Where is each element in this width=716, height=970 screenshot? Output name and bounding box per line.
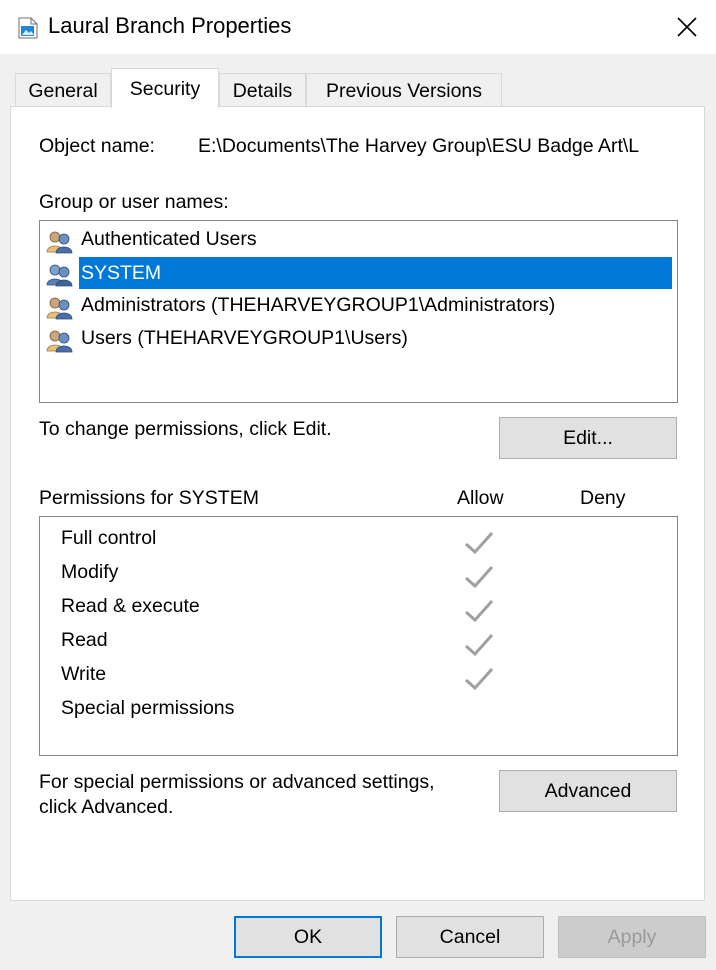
list-item[interactable]: Authenticated Users — [45, 224, 676, 257]
close-icon — [677, 17, 697, 37]
group-names-label: Group or user names: — [39, 191, 229, 213]
permission-name: Modify — [61, 561, 119, 583]
users-icon — [45, 263, 75, 287]
list-item[interactable]: Users (THEHARVEYGROUP1\Users) — [45, 323, 676, 356]
permission-name: Read & execute — [61, 595, 200, 617]
edit-button[interactable]: Edit... — [499, 417, 677, 459]
check-icon — [465, 531, 494, 555]
users-icon — [45, 329, 75, 353]
tab-details[interactable]: Details — [219, 73, 306, 107]
ok-button[interactable]: OK — [234, 916, 382, 958]
users-icon — [45, 296, 75, 320]
check-icon — [465, 667, 494, 691]
list-item-label: Authenticated Users — [81, 228, 257, 250]
permission-row-modify: Modify — [40, 561, 677, 595]
close-button[interactable] — [656, 0, 716, 54]
object-name-value: E:\Documents\The Harvey Group\ESU Badge … — [198, 135, 640, 157]
advanced-text-line2: click Advanced. — [39, 796, 174, 818]
deny-column-header: Deny — [580, 487, 626, 509]
users-icon — [45, 230, 75, 254]
tab-security[interactable]: Security — [111, 68, 219, 108]
permission-row-full-control: Full control — [40, 527, 677, 561]
cancel-button[interactable]: Cancel — [396, 916, 544, 958]
list-item-label: Users (THEHARVEYGROUP1\Users) — [81, 327, 408, 349]
file-image-icon — [18, 17, 38, 39]
window-title: Laural Branch Properties — [48, 13, 292, 38]
check-icon — [465, 633, 494, 657]
tab-general[interactable]: General — [15, 73, 111, 107]
check-icon — [465, 565, 494, 589]
allow-column-header: Allow — [457, 487, 504, 509]
advanced-text-line1: For special permissions or advanced sett… — [39, 771, 435, 793]
apply-button[interactable]: Apply — [558, 916, 706, 958]
check-icon — [465, 599, 494, 623]
list-item[interactable]: Administrators (THEHARVEYGROUP1\Administ… — [45, 290, 676, 323]
tab-previous-versions[interactable]: Previous Versions — [306, 73, 502, 107]
permission-name: Write — [61, 663, 107, 685]
permission-row-read: Read — [40, 629, 677, 663]
list-item-label: SYSTEM — [79, 257, 672, 289]
permission-row-special: Special permissions — [40, 697, 677, 731]
group-user-list[interactable]: Authenticated Users SYSTEM Administrator… — [39, 220, 678, 403]
change-permissions-text: To change permissions, click Edit. — [39, 418, 332, 440]
permission-name: Full control — [61, 527, 157, 549]
advanced-button[interactable]: Advanced — [499, 770, 677, 812]
permission-name: Special permissions — [61, 697, 235, 719]
permission-row-write: Write — [40, 663, 677, 697]
permissions-for-label: Permissions for SYSTEM — [39, 487, 259, 509]
list-item-label: Administrators (THEHARVEYGROUP1\Administ… — [81, 294, 556, 316]
permission-row-read-execute: Read & execute — [40, 595, 677, 629]
object-name-label: Object name: — [39, 135, 155, 157]
permissions-list: Full control Modify Read & execute Read … — [39, 516, 678, 756]
title-bar: Laural Branch Properties — [0, 0, 716, 54]
list-item-selected[interactable]: SYSTEM — [45, 257, 676, 290]
permission-name: Read — [61, 629, 108, 651]
